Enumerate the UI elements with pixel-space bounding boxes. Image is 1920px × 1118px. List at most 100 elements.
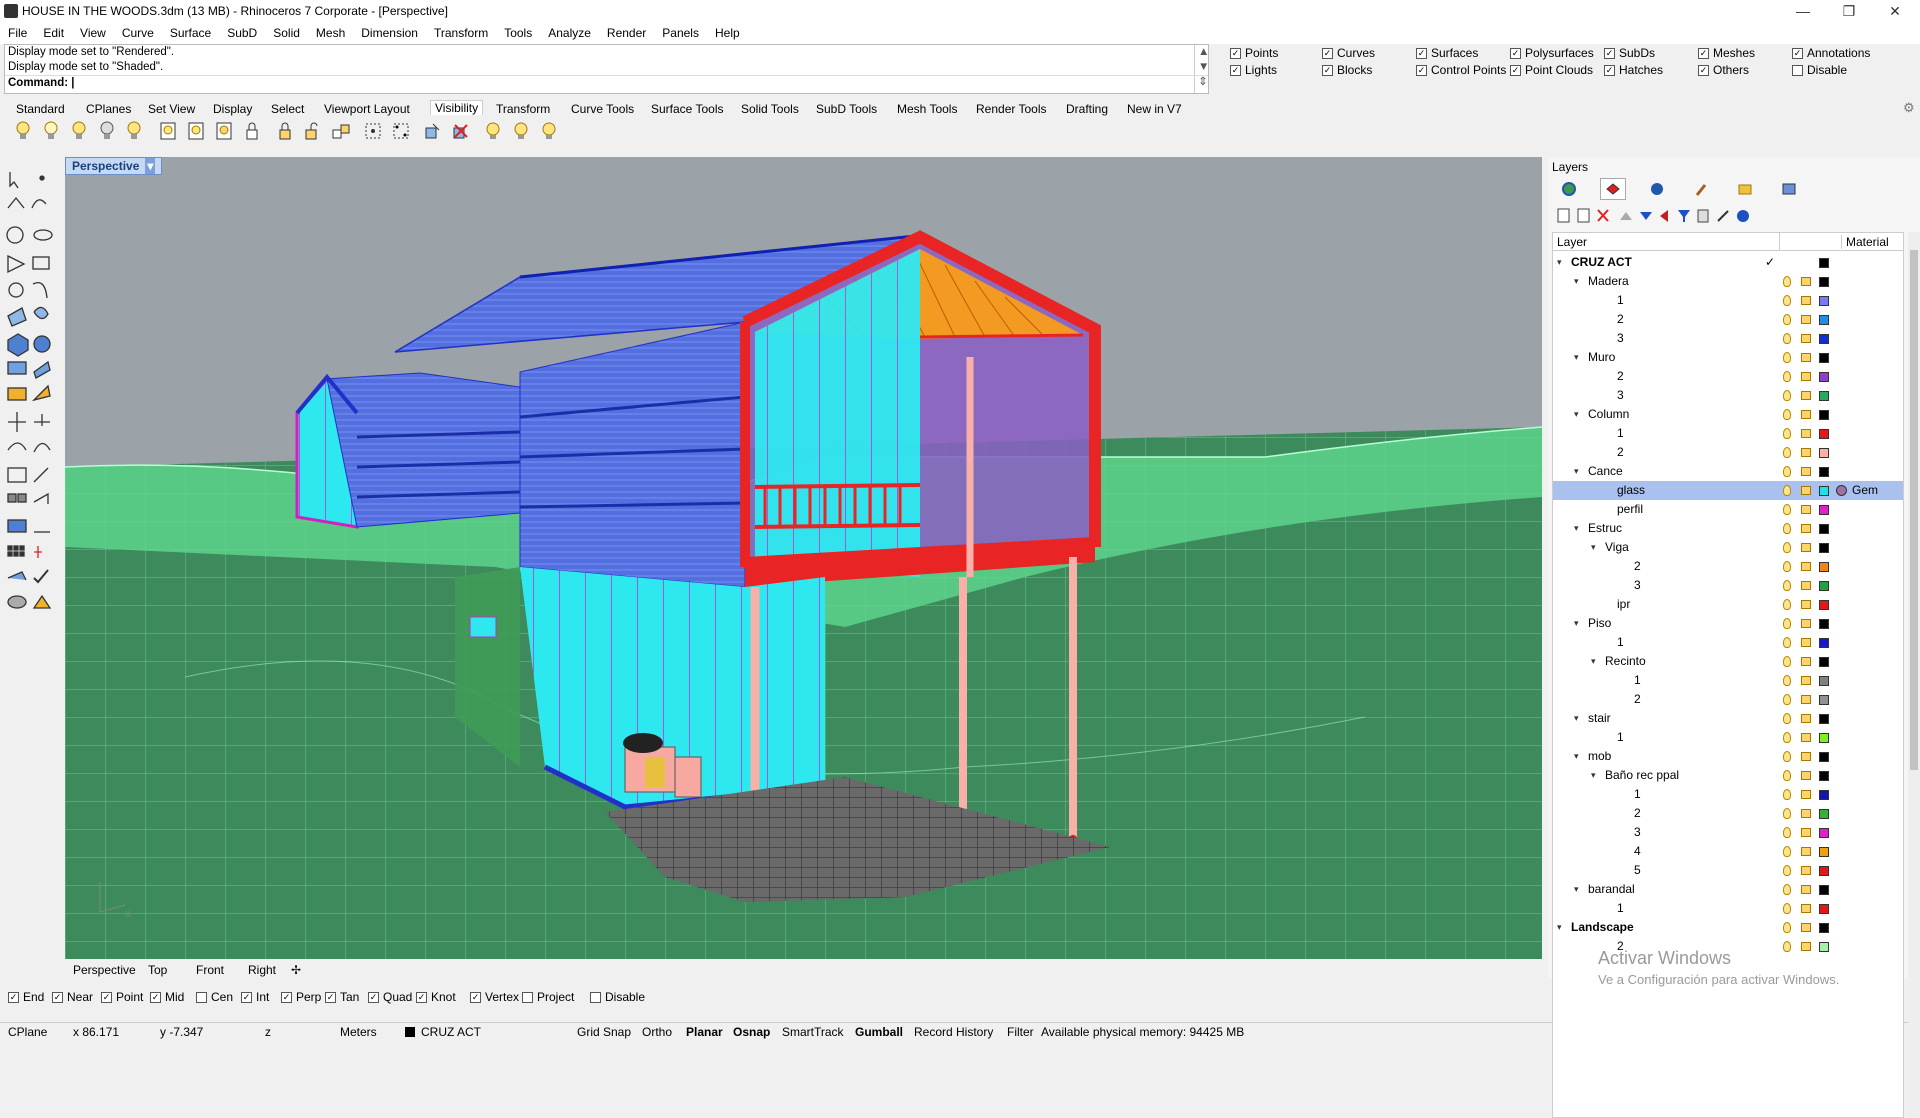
visibility-bulb-icon[interactable] [1783,732,1791,743]
show-objects-icon[interactable] [422,120,444,142]
lock-icon[interactable] [1801,467,1811,476]
menu-help[interactable]: Help [707,22,748,44]
osnap-checkbox[interactable] [470,991,481,1003]
filter-checkbox[interactable] [1604,64,1615,76]
visibility-bulb-icon[interactable] [1783,865,1791,876]
layer-color-swatch[interactable] [1819,410,1829,420]
lock-icon[interactable] [1801,733,1811,742]
minimize-button[interactable]: — [1780,0,1826,22]
filter-checkbox[interactable] [1698,47,1709,59]
visibility-bulb-icon[interactable] [1783,352,1791,363]
lock-icon[interactable] [1801,448,1811,457]
visibility-bulb-icon[interactable] [1783,941,1791,952]
lock-icon[interactable] [1801,429,1811,438]
tab-select[interactable]: Select [271,102,304,116]
command-prompt[interactable]: Command: | [5,75,1208,91]
visibility-bulb-icon[interactable] [1783,485,1791,496]
lock-icon[interactable] [1801,638,1811,647]
expand-chevron-icon[interactable]: ▾ [1574,709,1579,728]
layer-scrollbar[interactable] [1908,232,1920,1118]
layer-color-swatch[interactable] [1819,353,1829,363]
menu-file[interactable]: File [0,22,35,44]
tab-new-in-v7[interactable]: New in V7 [1127,102,1182,116]
filter-checkbox[interactable] [1510,64,1521,76]
filter-point-clouds[interactable]: Point Clouds [1510,63,1593,77]
lock-icon[interactable] [1801,562,1811,571]
expand-chevron-icon[interactable]: ▾ [1574,614,1579,633]
visibility-bulb-icon[interactable] [1783,409,1791,420]
osnap-project[interactable]: Project [522,990,574,1004]
perspective-viewport[interactable]: x Perspective ▾ [65,157,1542,959]
tab-visibility[interactable]: Visibility [430,100,484,115]
viewport-label[interactable]: Perspective ▾ [65,157,163,175]
filter-curves[interactable]: Curves [1322,46,1375,60]
layer-row[interactable]: 3 [1553,386,1903,405]
layer-row[interactable]: 2 [1553,804,1903,823]
layer-row[interactable]: 3 [1553,576,1903,595]
tab-viewport-layout[interactable]: Viewport Layout [324,102,410,116]
layer-color-swatch[interactable] [1819,315,1829,325]
menu-view[interactable]: View [72,22,114,44]
lock-icon[interactable] [1801,790,1811,799]
visibility-bulb-icon[interactable] [1783,390,1791,401]
expand-chevron-icon[interactable]: ▾ [1557,918,1562,937]
tab-mesh-tools[interactable]: Mesh Tools [897,102,957,116]
layer-row[interactable]: glass Gem [1553,481,1903,500]
viewport-tab-right[interactable]: Right [248,963,276,977]
filter-surfaces[interactable]: Surfaces [1416,46,1478,60]
viewport-tab-perspective[interactable]: Perspective [73,963,136,977]
osnap-checkbox[interactable] [8,991,19,1003]
materials-tab-icon[interactable] [1688,178,1714,200]
layer-row[interactable]: 1 [1553,728,1903,747]
visibility-bulb-icon[interactable] [1783,466,1791,477]
visibility-bulb-icon[interactable] [1783,599,1791,610]
filter-points[interactable]: Points [1230,46,1278,60]
layer-row[interactable]: ▾ Estruc [1553,519,1903,538]
layer-row[interactable]: 1 [1553,633,1903,652]
layer-color-swatch[interactable] [1819,581,1829,591]
visibility-bulb-icon[interactable] [1783,333,1791,344]
layer-row[interactable]: 1 [1553,671,1903,690]
layer-color-swatch[interactable] [1819,733,1829,743]
visibility-bulb-icon[interactable] [1783,770,1791,781]
visibility-bulb-icon[interactable] [1783,314,1791,325]
render-tab-icon[interactable] [1644,178,1670,200]
osnap-checkbox[interactable] [241,991,252,1003]
lock-icon[interactable] [1801,486,1811,495]
expand-chevron-icon[interactable]: ▾ [1574,405,1579,424]
layer-color-swatch[interactable] [1819,429,1829,439]
current-layer-label[interactable]: CRUZ ACT [421,1025,481,1039]
layer-color-swatch[interactable] [1819,714,1829,724]
osnap-knot[interactable]: Knot [416,990,456,1004]
layer-color-swatch[interactable] [1819,923,1829,933]
lights-off-icon[interactable] [510,120,532,142]
layer-row[interactable]: 5 [1553,861,1903,880]
planar-toggle[interactable]: Planar [686,1025,723,1039]
lock-icon[interactable] [1801,353,1811,362]
layer-color-swatch[interactable] [1819,296,1829,306]
layer-row[interactable]: ▾ CRUZ ACT ✓ [1553,253,1903,272]
layer-row[interactable]: ▾ Cance [1553,462,1903,481]
lock-icon[interactable] [1801,600,1811,609]
layer-row[interactable]: ▾ Landscape [1553,918,1903,937]
tab-render-tools[interactable]: Render Tools [976,102,1047,116]
tab-drafting[interactable]: Drafting [1066,102,1108,116]
visibility-bulb-icon[interactable] [1783,808,1791,819]
layer-color-swatch[interactable] [1819,752,1829,762]
layer-row[interactable]: ipr [1553,595,1903,614]
visibility-bulb-icon[interactable] [1783,903,1791,914]
menu-surface[interactable]: Surface [162,22,219,44]
hide-selected-icon[interactable] [96,120,118,142]
show-selected-icon[interactable] [68,120,90,142]
tab-transform[interactable]: Transform [496,102,550,116]
visibility-bulb-icon[interactable] [1783,276,1791,287]
tab-subd-tools[interactable]: SubD Tools [816,102,877,116]
visibility-bulb-icon[interactable] [1783,713,1791,724]
menu-transform[interactable]: Transform [426,22,496,44]
tab-cplanes[interactable]: CPlanes [86,102,131,116]
osnap-toggle[interactable]: Osnap [733,1025,770,1039]
filter-checkbox[interactable] [1698,64,1709,76]
smarttrack-toggle[interactable]: SmartTrack [782,1025,844,1039]
osnap-end[interactable]: End [8,990,44,1004]
layer-row[interactable]: 3 [1553,823,1903,842]
